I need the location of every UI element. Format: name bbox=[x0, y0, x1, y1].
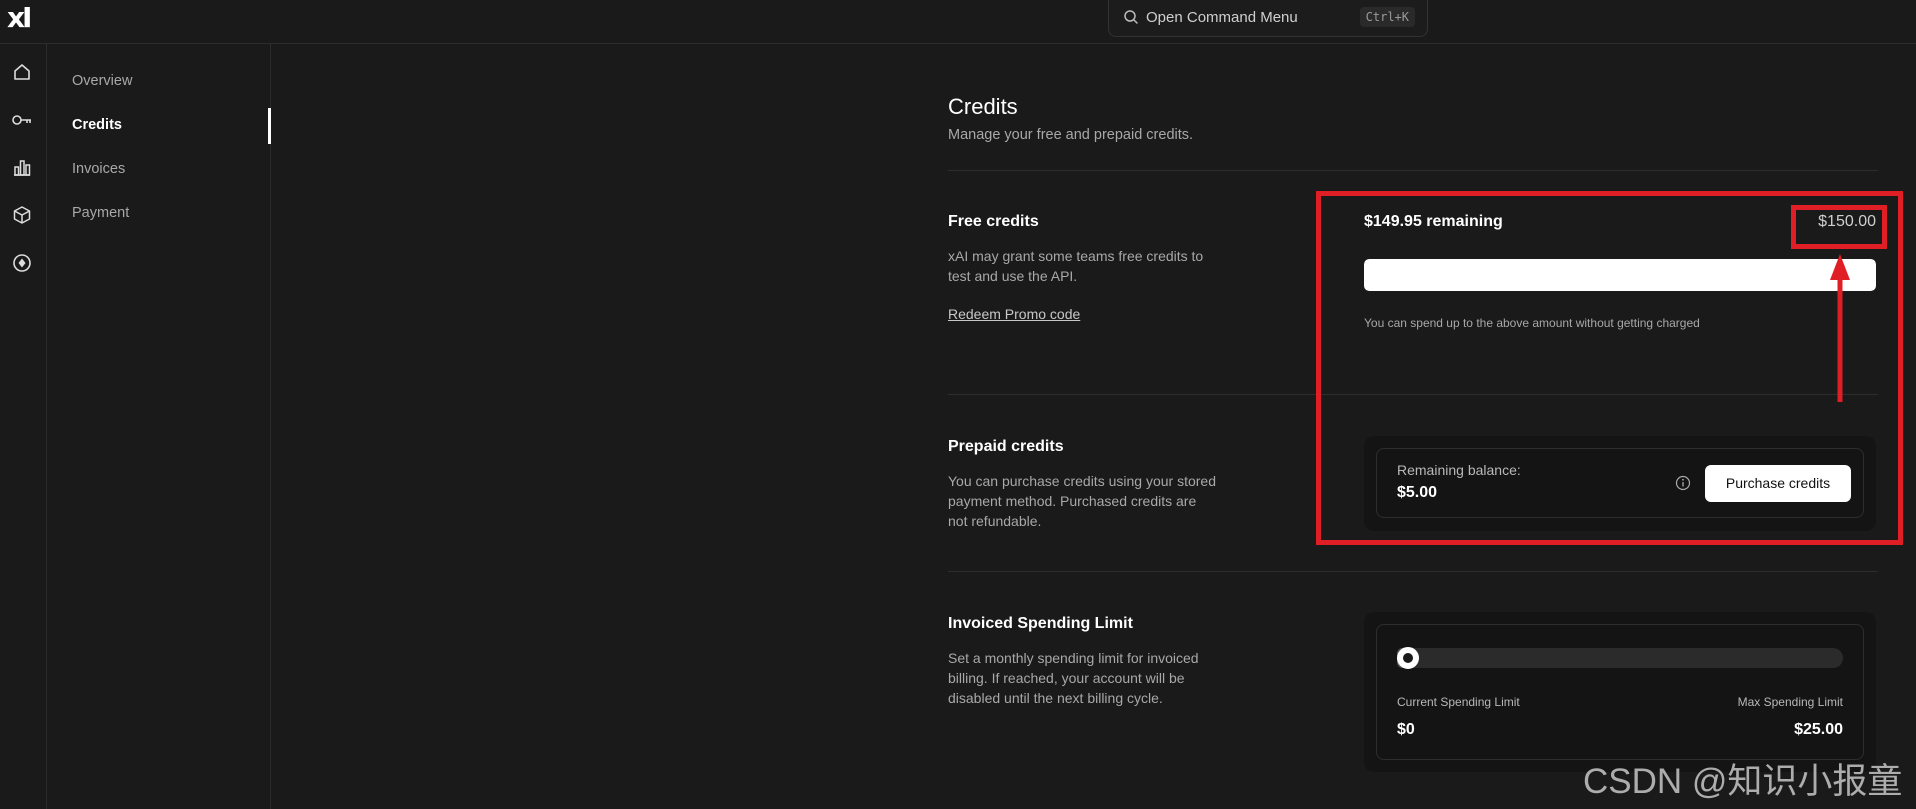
divider bbox=[948, 571, 1878, 572]
cube-icon[interactable] bbox=[11, 204, 33, 226]
home-icon[interactable] bbox=[11, 61, 33, 83]
slider-handle[interactable] bbox=[1397, 647, 1419, 669]
page-subtitle: Manage your free and prepaid credits. bbox=[948, 127, 1194, 143]
spending-limit-slider[interactable] bbox=[1397, 647, 1843, 669]
active-indicator bbox=[268, 108, 271, 144]
redeem-promo-link[interactable]: Redeem Promo code bbox=[948, 306, 1080, 322]
info-icon[interactable] bbox=[1675, 475, 1691, 491]
balance-value: $5.00 bbox=[1397, 484, 1438, 501]
divider bbox=[948, 170, 1878, 171]
max-limit-label: Max Spending Limit bbox=[1737, 695, 1843, 709]
page-title: Credits bbox=[948, 94, 1018, 119]
prepaid-balance-card: Remaining balance: $5.00 Purchase credit… bbox=[1364, 436, 1876, 531]
free-credits-title: Free credits bbox=[948, 213, 1039, 230]
annotation-arrow-icon bbox=[1830, 254, 1850, 402]
credits-subnav: Overview Credits Invoices Payment bbox=[47, 44, 271, 809]
max-limit-value: $25.00 bbox=[1794, 721, 1843, 738]
free-credits-total: $150.00 bbox=[1818, 213, 1876, 230]
divider bbox=[948, 394, 1878, 395]
compass-icon[interactable] bbox=[11, 252, 33, 274]
nav-payment[interactable]: Payment bbox=[72, 205, 129, 221]
free-credits-note: You can spend up to the above amount wit… bbox=[1364, 316, 1700, 330]
current-limit-label: Current Spending Limit bbox=[1397, 695, 1520, 709]
watermark: CSDN @知识小报童 bbox=[1583, 762, 1903, 801]
spending-limit-title: Invoiced Spending Limit bbox=[948, 615, 1133, 632]
nav-credits[interactable]: Credits bbox=[72, 117, 122, 133]
balance-label: Remaining balance: bbox=[1397, 462, 1521, 478]
command-menu-button[interactable]: Open Command Menu Ctrl+K bbox=[1108, 0, 1428, 37]
xai-logo[interactable]: xI bbox=[7, 1, 33, 34]
prepaid-credits-desc: You can purchase credits using your stor… bbox=[948, 473, 1216, 529]
icon-rail bbox=[0, 44, 47, 809]
free-credits-desc: xAI may grant some teams free credits to… bbox=[948, 248, 1204, 284]
progress-fill bbox=[1364, 259, 1876, 291]
spending-limit-desc: Set a monthly spending limit for invoice… bbox=[948, 650, 1199, 706]
nav-invoices[interactable]: Invoices bbox=[72, 161, 125, 177]
nav-overview[interactable]: Overview bbox=[72, 73, 132, 89]
free-credits-remaining: $149.95 remaining bbox=[1364, 213, 1503, 230]
purchase-credits-button[interactable]: Purchase credits bbox=[1705, 465, 1851, 502]
shortcut-badge: Ctrl+K bbox=[1359, 7, 1415, 27]
search-icon bbox=[1124, 10, 1138, 24]
prepaid-credits-title: Prepaid credits bbox=[948, 438, 1064, 455]
current-limit-value: $0 bbox=[1397, 721, 1415, 738]
command-menu-label: Open Command Menu bbox=[1146, 9, 1298, 26]
top-bar: xI Open Command Menu Ctrl+K bbox=[0, 0, 1916, 44]
key-icon[interactable] bbox=[11, 109, 33, 131]
chart-icon[interactable] bbox=[11, 156, 33, 178]
free-credits-progress bbox=[1364, 259, 1876, 291]
spending-limit-card: Current Spending Limit Max Spending Limi… bbox=[1364, 612, 1876, 772]
